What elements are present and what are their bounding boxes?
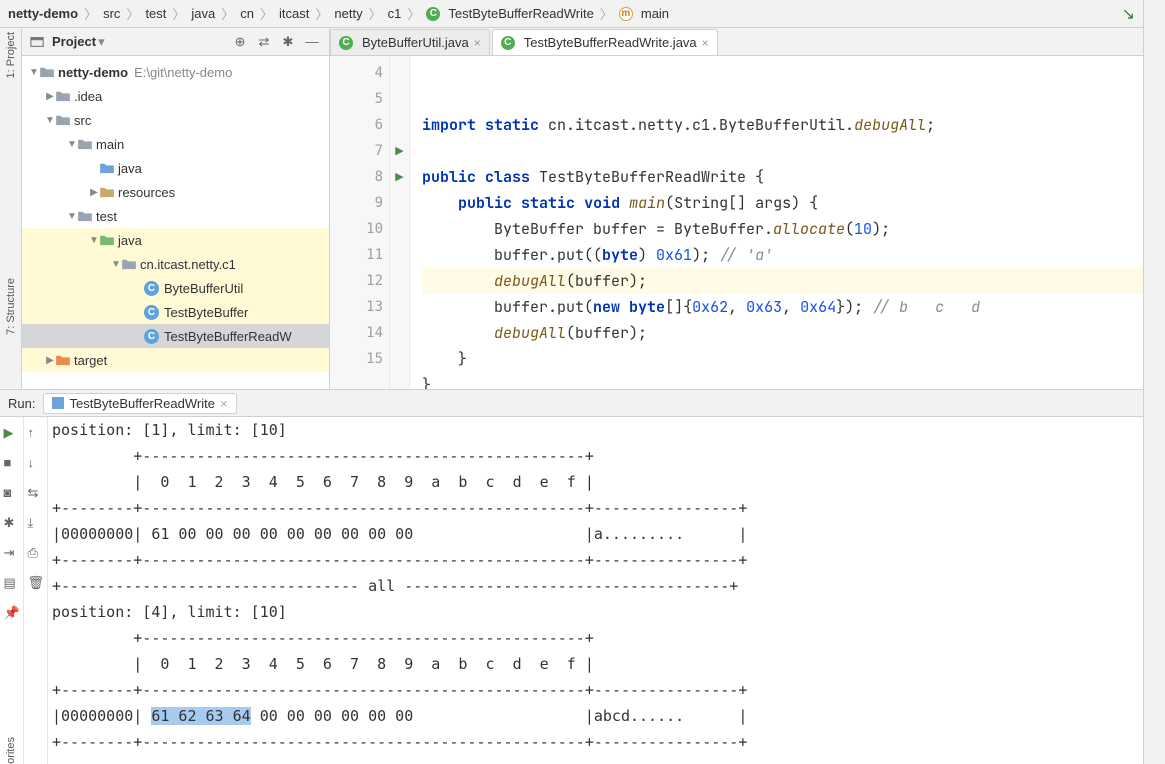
breadcrumb: netty-demo 〉 src 〉 test 〉 java 〉 cn 〉 itcast 〉… [0, 0, 1165, 28]
up-icon[interactable]: ↑ [28, 425, 44, 441]
app-icon [52, 397, 64, 409]
camera-icon[interactable]: ◙ [4, 485, 20, 501]
tab-testreadwrite[interactable]: CTestByteBufferReadWrite.java× [492, 29, 718, 55]
project-title: Project [52, 34, 96, 49]
run-marker-icon[interactable]: ▶ [390, 164, 409, 190]
chevron-right-icon: 〉 [315, 4, 328, 23]
tree-pkg[interactable]: ▼cn.itcast.netty.c1 [22, 252, 329, 276]
down-icon[interactable]: ↓ [28, 455, 44, 471]
chevron-down-icon[interactable]: ▾ [98, 34, 105, 50]
locate-icon[interactable]: ⊕ [231, 34, 249, 50]
line-gutter: 456789101112131415 [330, 56, 390, 389]
chevron-right-icon: 〉 [126, 4, 139, 23]
crumb-test[interactable]: test [145, 6, 166, 21]
project-icon [30, 35, 44, 49]
run-toolbar-secondary: ↑ ↓ ⇆ ⤓ ⎙ 🗑 [24, 417, 48, 764]
pin-icon[interactable]: 📌 [4, 605, 20, 621]
class-icon: C [426, 7, 440, 21]
code-body[interactable]: import static cn.itcast.netty.c1.ByteBuf… [410, 56, 1165, 389]
code-editor[interactable]: 456789101112131415 ▶▶ import static cn.i… [330, 56, 1165, 389]
settings-icon[interactable]: ✱ [4, 515, 20, 531]
console-selection: 61 62 63 64 [151, 707, 250, 725]
tab-bytebufferutil[interactable]: CByteBufferUtil.java× [330, 29, 490, 55]
run-header: Run: TestByteBufferReadWrite × [0, 389, 1165, 417]
console-output[interactable]: position: [1], limit: [10] +------------… [48, 417, 1165, 764]
sidebar-favorites[interactable]: orites [5, 737, 17, 764]
run-label: Run: [8, 396, 35, 411]
tree-file-test2[interactable]: CTestByteBufferReadW [22, 324, 329, 348]
rerun-icon[interactable]: ▶ [4, 425, 20, 441]
tree-java1[interactable]: java [22, 156, 329, 180]
project-panel: Project ▾ ⊕ ⇄ ✱ — ▼netty-demoE:\git\nett… [22, 28, 330, 389]
crumb-java[interactable]: java [191, 6, 215, 21]
gear-icon[interactable]: ✱ [279, 34, 297, 50]
chevron-right-icon: 〉 [221, 4, 234, 23]
tree-resources[interactable]: ▶resources [22, 180, 329, 204]
class-icon: C [339, 36, 353, 50]
project-tree[interactable]: ▼netty-demoE:\git\netty-demo ▶.idea ▼src… [22, 56, 329, 389]
tree-target[interactable]: ▶target [22, 348, 329, 372]
chevron-right-icon: 〉 [84, 4, 97, 23]
crumb-itcast[interactable]: itcast [279, 6, 309, 21]
build-icon[interactable]: ↘ [1122, 4, 1135, 24]
close-icon[interactable]: × [220, 396, 228, 411]
tree-file-test1[interactable]: CTestByteBuffer [22, 300, 329, 324]
crumb-cn[interactable]: cn [240, 6, 254, 21]
crumb-c1[interactable]: c1 [388, 6, 402, 21]
hide-icon[interactable]: — [303, 34, 321, 49]
tree-root[interactable]: ▼netty-demoE:\git\netty-demo [22, 60, 329, 84]
close-icon[interactable]: × [702, 36, 709, 50]
crumb-class[interactable]: TestByteBufferReadWrite [448, 6, 593, 21]
chevron-right-icon: 〉 [369, 4, 382, 23]
crumb-method[interactable]: main [641, 6, 669, 21]
crumb-root[interactable]: netty-demo [8, 6, 78, 21]
close-icon[interactable]: × [474, 36, 481, 50]
tree-main[interactable]: ▼main [22, 132, 329, 156]
chevron-right-icon: 〉 [600, 4, 613, 23]
sidebar-structure[interactable]: 7: Structure [5, 278, 17, 335]
wrap-icon[interactable]: ⇆ [28, 485, 44, 501]
run-config-tab[interactable]: TestByteBufferReadWrite × [43, 393, 236, 414]
tree-src[interactable]: ▼src [22, 108, 329, 132]
layout-icon[interactable]: ▤ [4, 575, 20, 591]
right-gutter [1143, 0, 1165, 764]
run-marker-icon[interactable]: ▶ [390, 138, 409, 164]
method-icon: m [619, 7, 633, 21]
print-icon[interactable]: ⎙ [28, 545, 44, 561]
project-panel-header: Project ▾ ⊕ ⇄ ✱ — [22, 28, 329, 56]
class-icon: C [501, 36, 515, 50]
crumb-netty[interactable]: netty [334, 6, 362, 21]
tree-test[interactable]: ▼test [22, 204, 329, 228]
tree-java2[interactable]: ▼java [22, 228, 329, 252]
left-tool-gutter: 1: Project 7: Structure [0, 28, 22, 389]
tree-idea[interactable]: ▶.idea [22, 84, 329, 108]
run-gutter[interactable]: ▶▶ [390, 56, 410, 389]
editor-tabs: CByteBufferUtil.java× CTestByteBufferRea… [330, 28, 1165, 56]
exit-icon[interactable]: ⇥ [4, 545, 20, 561]
sidebar-project[interactable]: 1: Project [5, 32, 17, 78]
scroll-icon[interactable]: ⤓ [28, 515, 44, 531]
crumb-src[interactable]: src [103, 6, 120, 21]
editor-area: CByteBufferUtil.java× CTestByteBufferRea… [330, 28, 1165, 389]
stop-icon[interactable]: ■ [4, 455, 20, 471]
run-body: ▶ ■ ◙ ✱ ⇥ ▤ 📌 ↑ ↓ ⇆ ⤓ ⎙ 🗑 position: [1],… [0, 417, 1165, 764]
collapse-icon[interactable]: ⇄ [255, 34, 273, 50]
chevron-right-icon: 〉 [260, 4, 273, 23]
tree-file-util[interactable]: CByteBufferUtil [22, 276, 329, 300]
chevron-right-icon: 〉 [407, 4, 420, 23]
chevron-right-icon: 〉 [172, 4, 185, 23]
trash-icon[interactable]: 🗑 [28, 575, 44, 591]
